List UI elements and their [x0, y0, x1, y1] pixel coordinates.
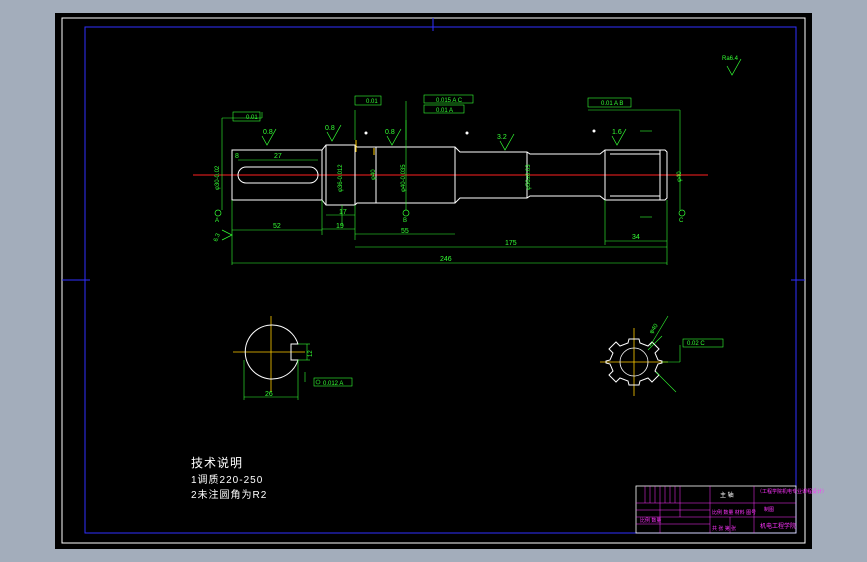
title-left-1: 比例 数量 材料 图号	[712, 509, 756, 516]
dim-55: 55	[401, 228, 409, 235]
dim-246: 246	[440, 256, 452, 263]
dim-26: 26	[265, 391, 273, 398]
paper-background	[55, 13, 812, 549]
dia-40c: φ40	[677, 171, 683, 182]
dim-12: 12	[308, 350, 314, 357]
tol-spline: 0.02 C	[687, 341, 705, 347]
dim-8: 8	[235, 153, 239, 160]
title-sub: 制图	[764, 506, 774, 513]
title-bottom: 共 张 第 张	[712, 525, 736, 532]
roughness-global: Ra6.4	[722, 56, 739, 62]
school-name: 机电工程学院	[760, 522, 796, 530]
dim-52: 52	[273, 223, 281, 230]
dia-30: φ30-0.02	[215, 165, 221, 190]
title-top-right: （工程学院机电专业课程设计）	[757, 488, 827, 495]
datum-c: C	[679, 218, 684, 224]
tol-runout-a: 0.01 A	[436, 108, 453, 114]
dia-36: φ36-0.012	[338, 164, 344, 192]
dia-40a: φ40	[371, 169, 377, 180]
notes-title: 技术说明	[191, 455, 243, 470]
roughness-0-8-a: 0.8	[263, 129, 273, 136]
dia-40b: φ40-0.035	[401, 164, 407, 192]
roughness-0-8-b: 0.8	[325, 125, 335, 132]
tol-runout-ac: 0.015 A C	[436, 98, 463, 104]
tol-roundness: 0.01	[246, 115, 258, 121]
dia-56: φ56±0.03	[526, 164, 532, 190]
roughness-0-8-c: 0.8	[385, 129, 395, 136]
tol-symmetry: 0.012 A	[323, 381, 343, 387]
title-left-2: 比例 数量	[640, 517, 661, 524]
dim-17: 17	[339, 209, 347, 216]
notes-line-2: 2未注圆角为R2	[191, 488, 267, 501]
part-name: 主 轴	[720, 491, 734, 499]
dim-19: 19	[336, 223, 344, 230]
dim-27: 27	[274, 153, 282, 160]
roughness-3-2: 3.2	[497, 134, 507, 141]
notes-line-1: 1调质220-250	[191, 474, 263, 486]
datum-b: B	[403, 218, 407, 224]
tol-runout-ab: 0.01 A B	[601, 101, 623, 107]
tol-parallel: 0.01	[366, 99, 378, 105]
dim-34: 34	[632, 234, 640, 241]
datum-a: A	[215, 218, 219, 224]
cad-drawing-sheet: 52 19 17 55 175 246 34 27 8 φ30-0.02 φ36…	[55, 13, 827, 549]
dim-175: 175	[505, 240, 517, 247]
roughness-1-6: 1.6	[612, 129, 622, 136]
